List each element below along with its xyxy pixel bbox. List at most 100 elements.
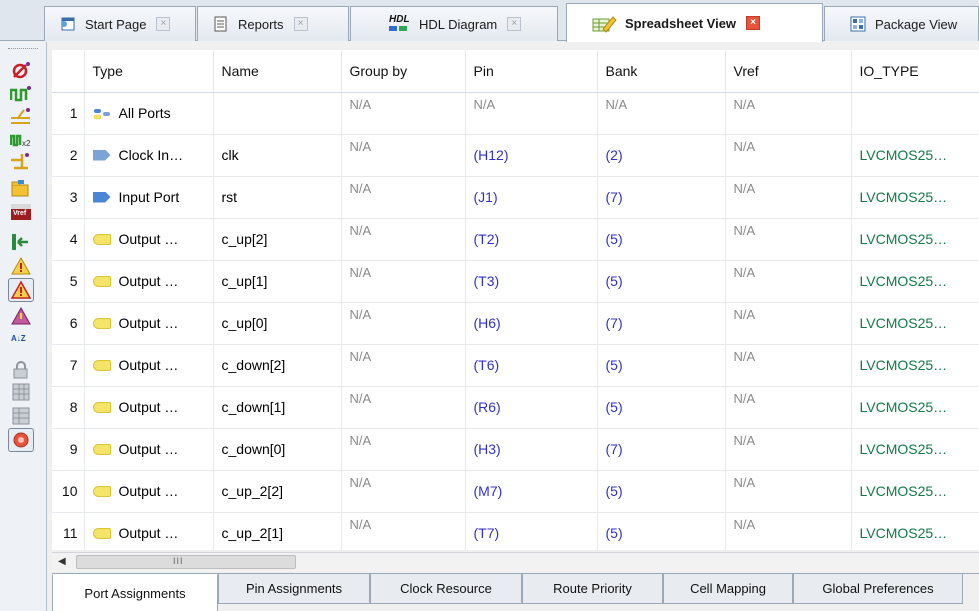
tab-pin-assignments[interactable]: Pin Assignments — [218, 574, 370, 604]
vref-cell[interactable]: N/A — [725, 302, 852, 345]
group-by-cell[interactable]: N/A — [341, 512, 466, 550]
type-cell[interactable]: Input Port — [84, 176, 214, 219]
pin-cell[interactable]: (T7) — [465, 512, 598, 550]
table-row[interactable]: 10 Output … c_up_2[2] N/A (M7) (5) N/A LVCMOS25… — [52, 470, 979, 513]
sort-icon[interactable]: A↓Z — [10, 334, 32, 354]
group-by-cell[interactable]: N/A — [341, 344, 466, 387]
horizontal-scrollbar[interactable]: ◀ III — [52, 552, 979, 572]
pin-cell[interactable]: (T2) — [465, 218, 598, 261]
table-row[interactable]: 4 Output … c_up[2] N/A (T2) (5) N/A LVCMOS25… — [52, 218, 979, 261]
type-cell[interactable]: Output … — [84, 302, 214, 345]
bank-cell[interactable]: (7) — [597, 176, 726, 219]
pin-cell[interactable]: (R6) — [465, 386, 598, 429]
vref-cell[interactable]: N/A — [725, 512, 852, 550]
bank-cell[interactable]: (5) — [597, 260, 726, 303]
tab-global-preferences[interactable]: Global Preferences — [793, 574, 963, 604]
io-type-cell[interactable]: LVCMOS25… — [851, 512, 979, 550]
type-cell[interactable]: Output … — [84, 218, 214, 261]
tab-clock-resource[interactable]: Clock Resource — [370, 574, 522, 604]
type-cell[interactable]: Clock In… — [84, 134, 214, 177]
grid-alt-icon[interactable] — [10, 406, 32, 426]
multi-waveform-icon[interactable]: x2 — [9, 128, 32, 148]
table-row[interactable]: 2 Clock In… clk N/A (H12) (2) N/A LVCMOS25… — [52, 134, 979, 177]
record-icon[interactable] — [8, 428, 34, 452]
tab-start-page[interactable]: Start Page × — [44, 6, 196, 41]
bank-cell[interactable]: (5) — [597, 218, 726, 261]
table-row[interactable]: 3 Input Port rst N/A (J1) (7) N/A LVCMOS25… — [52, 176, 979, 219]
tab-hdl-diagram[interactable]: HDL HDL Diagram × — [350, 6, 558, 41]
pin-cell[interactable]: (H6) — [465, 302, 598, 345]
tab-port-assignments[interactable]: Port Assignments — [52, 574, 218, 611]
toolbar-grip[interactable] — [8, 48, 38, 50]
io-type-cell[interactable]: LVCMOS25… — [851, 302, 979, 345]
pin-cell[interactable]: (H3) — [465, 428, 598, 471]
io-type-cell[interactable]: LVCMOS25… — [851, 428, 979, 471]
group-by-cell[interactable]: N/A — [341, 386, 466, 429]
type-cell[interactable]: Output … — [84, 344, 214, 387]
column-header-name[interactable]: Name — [213, 50, 342, 93]
bank-cell[interactable]: (5) — [597, 344, 726, 387]
vref-cell[interactable]: N/A — [725, 218, 852, 261]
column-header-io-type[interactable]: IO_TYPE — [851, 50, 979, 93]
io-type-cell[interactable]: LVCMOS25… — [851, 470, 979, 513]
group-by-cell[interactable]: N/A — [341, 218, 466, 261]
type-cell[interactable]: Output … — [84, 386, 214, 429]
name-cell[interactable]: c_up_2[1] — [213, 512, 342, 550]
tab-route-priority[interactable]: Route Priority — [522, 574, 663, 604]
folder-assign-icon[interactable] — [10, 178, 32, 198]
close-icon[interactable]: × — [156, 17, 171, 31]
name-cell[interactable]: c_up[2] — [213, 218, 342, 261]
group-by-cell[interactable]: N/A — [341, 134, 466, 177]
vref-cell[interactable]: N/A — [725, 386, 852, 429]
tab-cell-mapping[interactable]: Cell Mapping — [663, 574, 793, 604]
vref-cell[interactable]: N/A — [725, 428, 852, 471]
warning-alt-icon[interactable] — [10, 306, 32, 326]
scrollbar-thumb[interactable]: III — [76, 555, 296, 569]
group-by-cell[interactable]: N/A — [341, 302, 466, 345]
name-cell[interactable]: c_up_2[2] — [213, 470, 342, 513]
column-header-bank[interactable]: Bank — [597, 50, 726, 93]
timing-icon[interactable] — [10, 106, 32, 126]
vref-cell[interactable]: N/A — [725, 260, 852, 303]
scroll-left-icon[interactable]: ◀ — [58, 556, 70, 568]
column-header-type[interactable]: Type — [84, 50, 214, 93]
table-row[interactable]: 11 Output … c_up_2[1] N/A (T7) (5) N/A LVCMOS25… — [52, 512, 979, 550]
io-type-cell[interactable]: LVCMOS25… — [851, 260, 979, 303]
close-icon[interactable]: × — [507, 17, 522, 31]
table-row[interactable]: 1 All Ports N/A N/A N/A N/A — [52, 92, 979, 135]
name-cell[interactable]: c_down[2] — [213, 344, 342, 387]
close-icon[interactable]: × — [746, 16, 761, 30]
pin-assign-icon[interactable] — [10, 232, 32, 252]
lock-icon[interactable] — [10, 360, 32, 380]
group-by-cell[interactable]: N/A — [341, 428, 466, 471]
tab-reports[interactable]: Reports × — [197, 6, 349, 41]
bank-cell[interactable]: (5) — [597, 512, 726, 550]
pin-cell[interactable]: (M7) — [465, 470, 598, 513]
pin-cell[interactable]: N/A — [465, 92, 598, 135]
column-header-vref[interactable]: Vref — [725, 50, 852, 93]
table-row[interactable]: 8 Output … c_down[1] N/A (R6) (5) N/A LVCMOS25… — [52, 386, 979, 429]
group-by-cell[interactable]: N/A — [341, 260, 466, 303]
name-cell[interactable]: c_up[0] — [213, 302, 342, 345]
bank-cell[interactable]: N/A — [597, 92, 726, 135]
bank-cell[interactable]: (7) — [597, 302, 726, 345]
name-cell[interactable]: clk — [213, 134, 342, 177]
clock-tool-icon[interactable] — [10, 60, 32, 80]
pin-cell[interactable]: (J1) — [465, 176, 598, 219]
column-header-pin[interactable]: Pin — [465, 50, 598, 93]
table-row[interactable]: 9 Output … c_down[0] N/A (H3) (7) N/A LVCMOS25… — [52, 428, 979, 471]
group-by-cell[interactable]: N/A — [341, 470, 466, 513]
io-type-cell[interactable] — [851, 92, 979, 135]
warning-icon[interactable] — [10, 256, 32, 276]
name-cell[interactable] — [213, 92, 342, 135]
io-type-cell[interactable]: LVCMOS25… — [851, 176, 979, 219]
type-cell[interactable]: Output … — [84, 428, 214, 471]
table-row[interactable]: 7 Output … c_down[2] N/A (T6) (5) N/A LVCMOS25… — [52, 344, 979, 387]
name-cell[interactable]: c_down[1] — [213, 386, 342, 429]
tab-spreadsheet-view[interactable]: Spreadsheet View × — [566, 3, 823, 42]
name-cell[interactable]: c_down[0] — [213, 428, 342, 471]
type-cell[interactable]: Output … — [84, 260, 214, 303]
name-cell[interactable]: c_up[1] — [213, 260, 342, 303]
grid-icon[interactable] — [10, 382, 32, 402]
io-type-cell[interactable]: LVCMOS25… — [851, 134, 979, 177]
